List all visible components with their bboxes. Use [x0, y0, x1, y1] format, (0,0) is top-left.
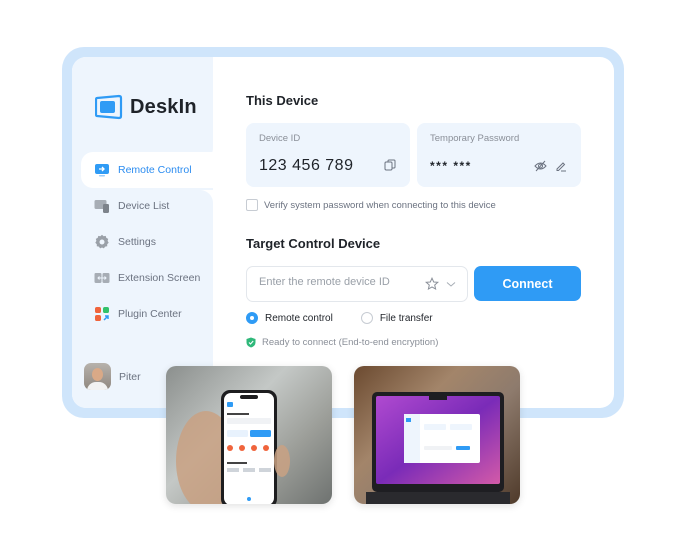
target-control-title: Target Control Device	[246, 236, 381, 251]
sidebar-item-label: Extension Screen	[118, 272, 201, 284]
radio-label: Remote control	[265, 312, 333, 324]
gear-icon	[94, 234, 110, 250]
devices-icon	[94, 198, 110, 214]
phone-app-photo	[166, 366, 332, 504]
laptop-illustration	[366, 392, 510, 504]
device-id-label: Device ID	[259, 133, 301, 144]
user-name: Piter	[119, 370, 141, 383]
radio-remote-control[interactable]	[246, 312, 258, 324]
device-id-box: Device ID 123 456 789	[246, 123, 410, 187]
app-window: DeskIn Remote Control Device List Settin…	[72, 57, 614, 408]
temp-password-value: *** ***	[430, 159, 472, 173]
sidebar-item-settings[interactable]: Settings	[81, 224, 213, 260]
checkbox[interactable]	[246, 199, 258, 211]
sidebar-item-label: Settings	[118, 236, 156, 248]
laptop-app-photo	[354, 366, 520, 504]
temp-password-label: Temporary Password	[430, 133, 520, 144]
remote-id-field[interactable]	[246, 266, 468, 302]
plugin-grid-icon	[94, 306, 110, 322]
deskin-logo-icon	[95, 94, 123, 120]
verify-password-label: Verify system password when connecting t…	[264, 199, 496, 211]
radio-label: File transfer	[379, 312, 433, 324]
user-profile[interactable]: Piter	[84, 363, 141, 390]
connect-button[interactable]: Connect	[474, 266, 581, 301]
sidebar-item-label: Plugin Center	[118, 308, 182, 320]
sidebar: DeskIn Remote Control Device List Settin…	[72, 57, 213, 408]
star-icon[interactable]	[425, 277, 439, 291]
sidebar-item-remote-control[interactable]: Remote Control	[81, 152, 213, 188]
eye-off-icon[interactable]	[533, 159, 547, 173]
verify-password-checkbox[interactable]: Verify system password when connecting t…	[246, 199, 496, 211]
edit-icon[interactable]	[554, 159, 568, 173]
sidebar-item-label: Remote Control	[118, 164, 192, 176]
connection-mode-group: Remote control File transfer	[246, 312, 433, 324]
sidebar-item-extension-screen[interactable]: Extension Screen	[81, 260, 213, 296]
monitor-arrow-icon	[94, 162, 110, 178]
chevron-down-icon[interactable]	[444, 277, 458, 291]
extension-screen-icon	[94, 270, 110, 286]
copy-icon[interactable]	[383, 158, 397, 172]
sidebar-item-device-list[interactable]: Device List	[81, 188, 213, 224]
this-device-title: This Device	[246, 93, 319, 108]
device-id-value: 123 456 789	[259, 157, 354, 174]
sidebar-item-plugin-center[interactable]: Plugin Center	[81, 296, 213, 332]
radio-file-transfer[interactable]	[360, 312, 373, 324]
status-text: Ready to connect (End-to-end encryption)	[262, 337, 439, 348]
connection-status: Ready to connect (End-to-end encryption)	[246, 337, 438, 348]
sidebar-item-label: Device List	[118, 200, 170, 212]
shield-check-icon	[246, 337, 256, 348]
logo: DeskIn	[95, 94, 197, 120]
avatar	[84, 363, 111, 390]
app-name: DeskIn	[130, 95, 197, 118]
phone-illustration	[176, 390, 290, 504]
temp-password-box: Temporary Password *** ***	[417, 123, 581, 187]
remote-id-input[interactable]	[257, 275, 421, 289]
